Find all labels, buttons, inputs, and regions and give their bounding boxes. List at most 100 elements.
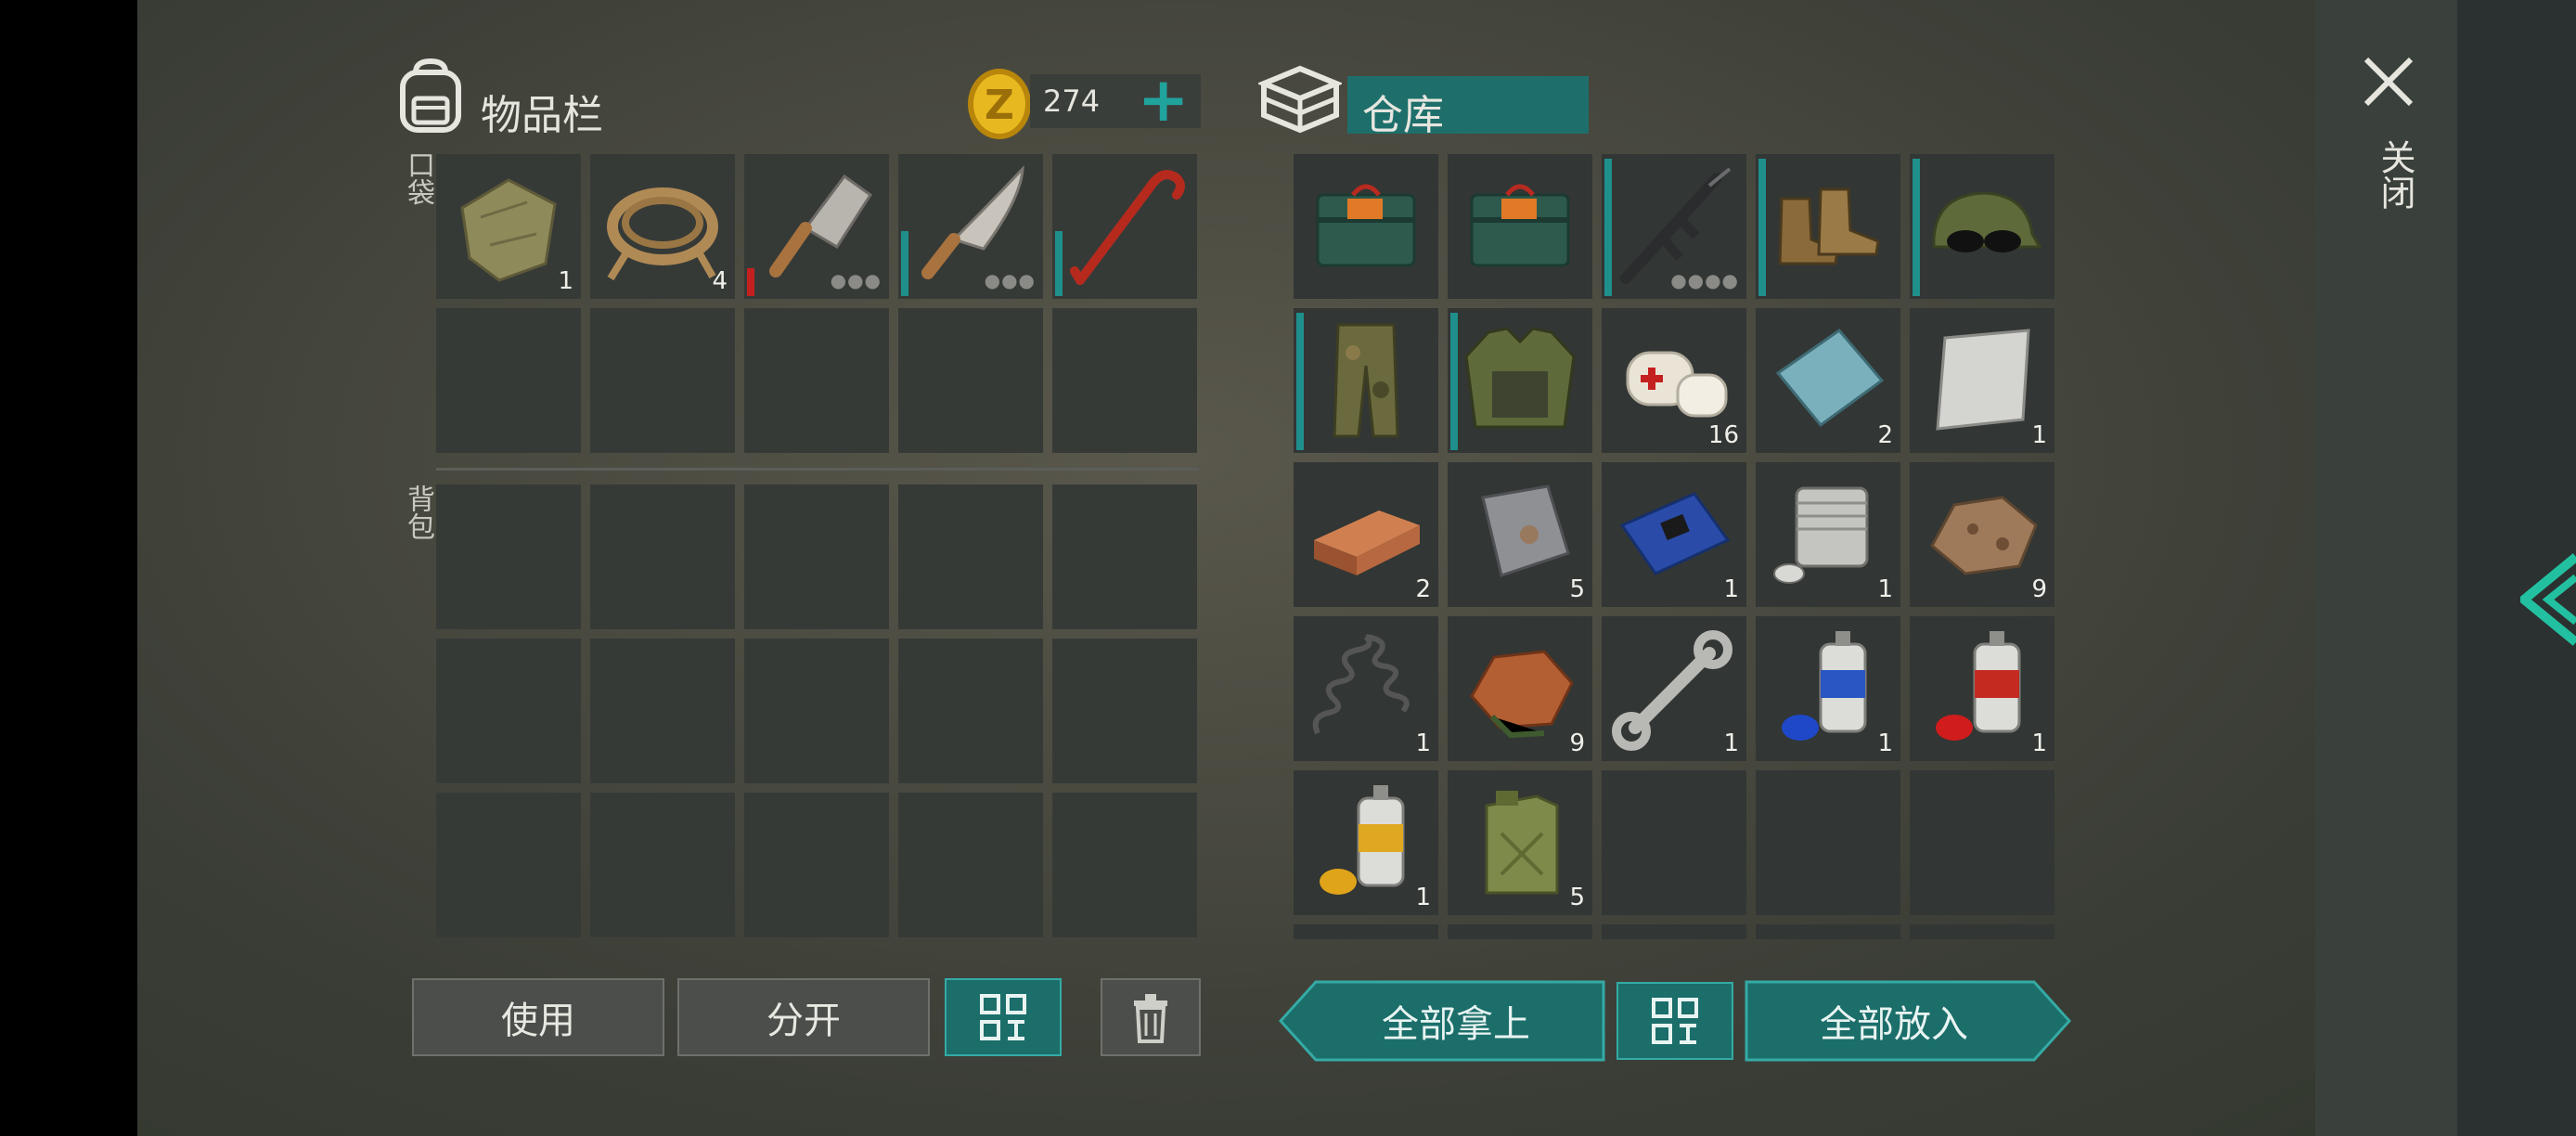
item-count: 4 [712,267,728,295]
cap-with-sunglasses-icon [1932,191,2042,252]
backpack-slot[interactable] [1052,484,1197,629]
jerrycan-icon [1485,791,1559,895]
storage-slot-7[interactable] [1448,308,1592,453]
close-button-label[interactable]: 关闭 [2370,139,2421,210]
storage-slot-1[interactable] [1294,154,1438,299]
coin-icon: Z [968,69,1031,139]
backpack-slot[interactable] [1052,793,1197,937]
storage-slot-5[interactable] [1910,154,2054,299]
item-count: 1 [2031,421,2047,449]
storage-slot-4[interactable] [1756,154,1900,299]
storage-slot-29[interactable] [1756,924,1900,939]
coin-amount: 274 [1043,84,1101,119]
sort-storage-button[interactable] [1616,982,1733,1060]
backpack-slot[interactable] [436,793,581,937]
chevron-left-icon[interactable] [2520,553,2576,646]
backpack-label: 背包 [402,484,434,540]
backpack-slot[interactable] [744,639,889,783]
storage-slot-26[interactable] [1294,924,1438,939]
close-icon[interactable] [2363,56,2415,108]
storage-slot-27[interactable] [1448,924,1592,939]
storage-slot-12[interactable]: 5 [1448,462,1592,607]
storage-slot-23[interactable] [1602,770,1746,915]
item-count: 1 [1415,884,1431,911]
pocket-slot-7[interactable] [590,308,735,453]
pocket-slot-6[interactable] [436,308,581,453]
storage-slot-17[interactable]: 9 [1448,616,1592,761]
pocket-slot-4[interactable]: ●●● [898,154,1043,299]
backpack-slot[interactable] [898,484,1043,629]
glass-sheet-icon [1775,328,1885,428]
circuit-board-icon [1619,492,1731,575]
sort-grid-button[interactable] [945,978,1062,1056]
boots-icon [1778,187,1880,265]
storage-slot-13[interactable]: 1 [1602,462,1746,607]
pocket-slot-3[interactable]: ●●● [744,154,889,299]
storage-slot-22[interactable]: 5 [1448,770,1592,915]
item-count: 1 [558,267,573,295]
storage-slot-24[interactable] [1756,770,1900,915]
backpack-slot[interactable] [898,639,1043,783]
storage-slot-10[interactable]: 1 [1910,308,2054,453]
trash-button[interactable] [1101,978,1201,1056]
item-count: 1 [1877,575,1893,603]
backpack-slot[interactable] [590,639,735,783]
storage-slot-30[interactable] [1910,924,2054,939]
item-count: 5 [1569,884,1585,911]
pocket-slot-10[interactable] [1052,308,1197,453]
backpack-slot[interactable] [436,484,581,629]
storage-title: 仓库 [1362,92,1444,139]
storage-slot-8[interactable]: 16 [1602,308,1746,453]
storage-slot-16[interactable]: 1 [1294,616,1438,761]
storage-slot-6[interactable] [1294,308,1438,453]
blue-paint-icon [1782,631,1867,741]
iron-plate-icon [1481,484,1570,577]
put-all-label: 全部放入 [1820,1003,1968,1046]
storage-slot-9[interactable]: 2 [1756,308,1900,453]
ammo-box-icon [1316,184,1416,267]
backpack-slot[interactable] [590,793,735,937]
grid-icon [1652,998,1698,1044]
split-button[interactable]: 分开 [677,978,930,1056]
pocket-slot-8[interactable] [744,308,889,453]
backpack-slot[interactable] [1052,639,1197,783]
pocket-slot-2[interactable]: 4 [590,154,735,299]
storage-slot-21[interactable]: 1 [1294,770,1438,915]
storage-slot-11[interactable]: 2 [1294,462,1438,607]
storage-slot-18[interactable]: 1 [1602,616,1746,761]
storage-slot-3[interactable]: ●●●● [1602,154,1746,299]
pocket-label: 口袋 [402,150,434,206]
use-button[interactable]: 使用 [412,978,664,1056]
item-count: 1 [2031,729,2047,757]
backpack-slot[interactable] [590,484,735,629]
pocket-slot-5[interactable] [1052,154,1197,299]
storage-slot-25[interactable] [1910,770,2054,915]
item-count: 1 [1723,575,1739,603]
storage-slot-28[interactable] [1602,924,1746,939]
backpack-slot[interactable] [898,793,1043,937]
section-divider [436,468,1199,471]
rope-icon [607,187,718,281]
engine-cylinder-icon [1773,486,1869,584]
pocket-slot-9[interactable] [898,308,1043,453]
item-count: 9 [1569,729,1585,757]
storage-crate-icon [1258,65,1342,134]
pocket-slot-1[interactable]: 1 [436,154,581,299]
storage-slot-15[interactable]: 9 [1910,462,2054,607]
storage-slot-19[interactable]: 1 [1756,616,1900,761]
iron-ore-icon [1930,496,2038,575]
wrench-icon [1612,630,1732,751]
item-count: 1 [1415,729,1431,757]
grid-icon [980,994,1026,1040]
red-paint-icon [1936,631,2021,741]
storage-slot-20[interactable]: 1 [1910,616,2054,761]
add-coins-button[interactable]: + [1138,63,1189,137]
backpack-slot[interactable] [744,793,889,937]
backpack-slot[interactable] [436,639,581,783]
storage-slot-2[interactable] [1448,154,1592,299]
backpack-slot[interactable] [744,484,889,629]
storage-slot-14[interactable]: 1 [1756,462,1900,607]
trash-icon [1134,994,1167,1043]
svg-text:Z: Z [985,82,1014,129]
more-options-icon: ●●● [830,269,882,291]
